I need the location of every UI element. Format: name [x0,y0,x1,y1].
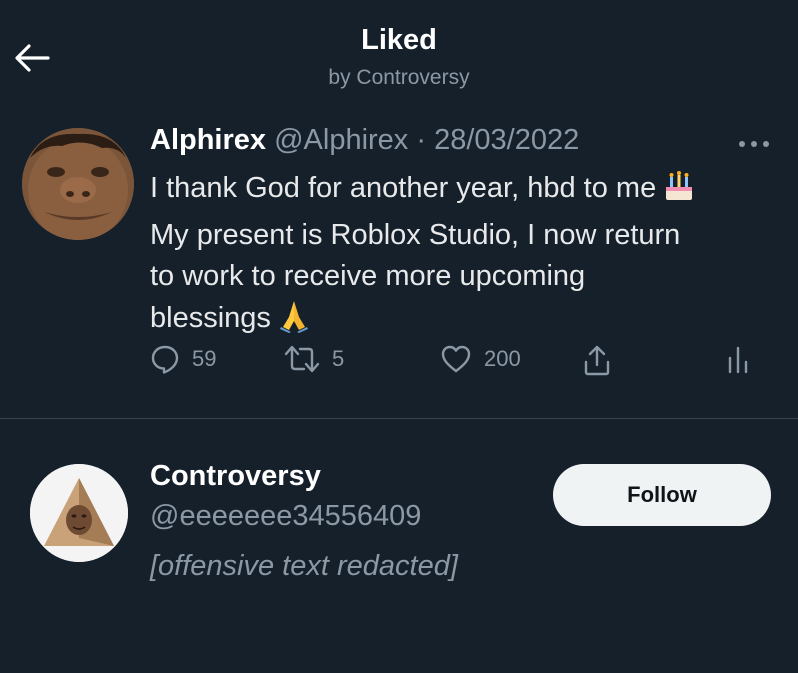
tweet-text-line: blessings [150,297,770,345]
user-handle[interactable]: @eeeeeee34556409 [150,500,421,533]
analytics-button[interactable] [726,344,750,374]
birthday-cake-icon [662,169,696,215]
tweet-text: I thank God for another year, hbd to me … [150,168,770,345]
tweet[interactable]: Alphirex @Alphirex · 28/03/2022 I thank … [0,118,798,418]
user-name[interactable]: Controversy [150,460,321,493]
alphirex-avatar-image [22,128,134,240]
reply-button[interactable]: 59 [150,344,216,374]
like-count: 200 [484,346,521,371]
like-button[interactable]: 200 [440,344,521,374]
page-subtitle: by Controversy [328,66,470,89]
follow-button[interactable]: Follow [553,464,771,526]
tweet-text-line: My present is Roblox Studio, I now retur… [150,219,681,251]
retweet-button[interactable]: 5 [284,344,344,374]
controversy-avatar-image [30,464,128,562]
tweet-date[interactable]: 28/03/2022 [434,124,579,156]
divider [0,418,798,419]
author-name[interactable]: Alphirex [150,124,266,156]
meta-separator: · [416,124,427,156]
reply-icon [151,345,179,374]
analytics-icon [728,346,748,374]
tweet-actions: 59 5 200 [150,344,770,384]
heart-icon [441,345,471,373]
liked-screen: Liked by Controversy Alphirex @Alphirex … [0,0,798,673]
more-horizontal-icon [739,141,769,147]
retweet-icon [284,345,320,373]
avatar[interactable] [30,464,128,562]
folded-hands-icon [277,297,311,345]
tweet-meta: Alphirex @Alphirex · 28/03/2022 [150,124,579,157]
more-button[interactable] [734,132,774,156]
retweet-count: 5 [332,346,345,371]
header: Liked by Controversy [0,0,798,110]
user-bio: [offensive text redacted] [150,550,458,582]
user-cell[interactable]: Controversy @eeeeeee34556409 Follow [off… [0,420,798,673]
page-title: Liked [361,24,437,56]
share-icon [584,345,610,376]
tweet-text-line: to work to receive more upcoming [150,260,586,292]
avatar[interactable] [22,128,134,240]
tweet-text-line: I thank God for another year, hbd to me [150,168,770,215]
author-handle[interactable]: @Alphirex [274,124,408,156]
share-button[interactable] [582,344,612,376]
reply-count: 59 [192,346,217,371]
